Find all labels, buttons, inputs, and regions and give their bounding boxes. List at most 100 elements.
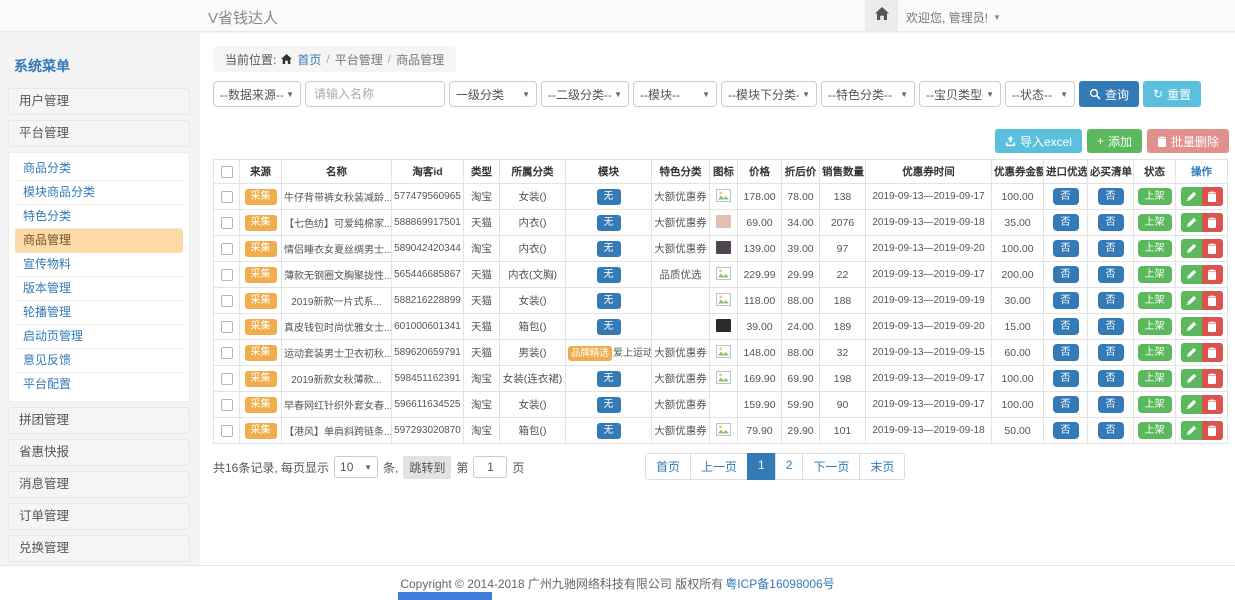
delete-button[interactable] — [1202, 213, 1223, 232]
edit-button[interactable] — [1181, 369, 1202, 388]
delete-button[interactable] — [1202, 421, 1223, 440]
batch-delete-button[interactable]: 批量删除 — [1147, 129, 1229, 153]
row-checkbox[interactable] — [221, 243, 233, 255]
status-button[interactable]: 上架 — [1138, 396, 1172, 413]
edit-button[interactable] — [1181, 213, 1202, 232]
delete-button[interactable] — [1202, 265, 1223, 284]
edit-button[interactable] — [1181, 343, 1202, 362]
must-buy-toggle-button[interactable]: 否 — [1098, 240, 1124, 257]
status-button[interactable]: 上架 — [1138, 318, 1172, 335]
search-button[interactable]: 查询 — [1079, 81, 1139, 107]
row-checkbox[interactable] — [221, 295, 233, 307]
sidebar-item-1[interactable]: 模块商品分类 — [15, 181, 183, 205]
row-checkbox[interactable] — [221, 217, 233, 229]
must-buy-toggle-button[interactable]: 否 — [1098, 266, 1124, 283]
edit-button[interactable] — [1181, 187, 1202, 206]
status-button[interactable]: 上架 — [1138, 214, 1172, 231]
status-button[interactable]: 上架 — [1138, 422, 1172, 439]
sidebar-item-2[interactable]: 特色分类 — [15, 205, 183, 229]
name-search-input[interactable] — [305, 81, 445, 107]
must-buy-toggle-button[interactable]: 否 — [1098, 396, 1124, 413]
add-button[interactable]: + 添加 — [1087, 129, 1142, 153]
filter-select-2[interactable]: 一级分类▼ — [449, 81, 537, 107]
must-buy-toggle-button[interactable]: 否 — [1098, 344, 1124, 361]
edit-button[interactable] — [1181, 291, 1202, 310]
status-button[interactable]: 上架 — [1138, 240, 1172, 257]
import-toggle-button[interactable]: 否 — [1053, 214, 1079, 231]
select-all-checkbox[interactable] — [221, 166, 233, 178]
import-toggle-button[interactable]: 否 — [1053, 370, 1079, 387]
reset-button[interactable]: ↻ 重置 — [1143, 81, 1201, 107]
sidebar-item-5[interactable]: 版本管理 — [15, 277, 183, 301]
delete-button[interactable] — [1202, 343, 1223, 362]
must-buy-toggle-button[interactable]: 否 — [1098, 370, 1124, 387]
sidebar-item-0[interactable]: 商品分类 — [15, 157, 183, 181]
sidebar-section-users[interactable]: 用户管理 — [8, 88, 190, 115]
status-button[interactable]: 上架 — [1138, 292, 1172, 309]
page-button-5[interactable]: 末页 — [859, 453, 905, 480]
sidebar-item-7[interactable]: 启动页管理 — [15, 325, 183, 349]
header-home-button[interactable] — [865, 0, 898, 31]
row-checkbox[interactable] — [221, 269, 233, 281]
sidebar-section-lower-1[interactable]: 省惠快报 — [8, 439, 190, 466]
edit-button[interactable] — [1181, 317, 1202, 336]
import-excel-button[interactable]: 导入excel — [995, 129, 1082, 153]
import-toggle-button[interactable]: 否 — [1053, 292, 1079, 309]
icp-link[interactable]: 粤ICP备16098006号 — [725, 575, 834, 592]
delete-button[interactable] — [1202, 291, 1223, 310]
sidebar-item-4[interactable]: 宣传物料 — [15, 253, 183, 277]
page-button-1[interactable]: 上一页 — [690, 453, 748, 480]
must-buy-toggle-button[interactable]: 否 — [1098, 422, 1124, 439]
edit-button[interactable] — [1181, 239, 1202, 258]
filter-select-7[interactable]: --宝贝类型--▼ — [919, 81, 1001, 107]
filter-select-6[interactable]: --特色分类--▼ — [821, 81, 915, 107]
row-checkbox[interactable] — [221, 425, 233, 437]
page-button-2[interactable]: 1 — [747, 453, 776, 480]
sidebar-section-platform[interactable]: 平台管理 — [8, 120, 190, 147]
filter-select-3[interactable]: --二级分类--▼ — [541, 81, 629, 107]
filter-select-4[interactable]: --模块--▼ — [633, 81, 717, 107]
status-button[interactable]: 上架 — [1138, 188, 1172, 205]
import-toggle-button[interactable]: 否 — [1053, 240, 1079, 257]
page-button-3[interactable]: 2 — [775, 453, 804, 480]
filter-select-8[interactable]: --状态--▼ — [1005, 81, 1075, 107]
page-button-4[interactable]: 下一页 — [802, 453, 860, 480]
edit-button[interactable] — [1181, 395, 1202, 414]
sidebar-item-9[interactable]: 平台配置 — [15, 373, 183, 397]
status-button[interactable]: 上架 — [1138, 266, 1172, 283]
delete-button[interactable] — [1202, 395, 1223, 414]
sidebar-section-lower-3[interactable]: 订单管理 — [8, 503, 190, 530]
filter-select-5[interactable]: --模块下分类--▼ — [721, 81, 817, 107]
delete-button[interactable] — [1202, 187, 1223, 206]
edit-button[interactable] — [1181, 265, 1202, 284]
import-toggle-button[interactable]: 否 — [1053, 422, 1079, 439]
sidebar-item-8[interactable]: 意见反馈 — [15, 349, 183, 373]
import-toggle-button[interactable]: 否 — [1053, 344, 1079, 361]
import-toggle-button[interactable]: 否 — [1053, 266, 1079, 283]
status-button[interactable]: 上架 — [1138, 344, 1172, 361]
must-buy-toggle-button[interactable]: 否 — [1098, 214, 1124, 231]
row-checkbox[interactable] — [221, 347, 233, 359]
row-checkbox[interactable] — [221, 373, 233, 385]
breadcrumb-home-link[interactable]: 首页 — [297, 51, 321, 68]
delete-button[interactable] — [1202, 369, 1223, 388]
row-checkbox[interactable] — [221, 399, 233, 411]
import-toggle-button[interactable]: 否 — [1053, 318, 1079, 335]
sidebar-section-lower-2[interactable]: 消息管理 — [8, 471, 190, 498]
status-button[interactable]: 上架 — [1138, 370, 1172, 387]
import-toggle-button[interactable]: 否 — [1053, 188, 1079, 205]
row-checkbox[interactable] — [221, 191, 233, 203]
edit-button[interactable] — [1181, 421, 1202, 440]
must-buy-toggle-button[interactable]: 否 — [1098, 292, 1124, 309]
delete-button[interactable] — [1202, 239, 1223, 258]
sidebar-section-lower-0[interactable]: 拼团管理 — [8, 407, 190, 434]
sidebar-item-6[interactable]: 轮播管理 — [15, 301, 183, 325]
page-number-input[interactable] — [473, 456, 507, 478]
jump-button[interactable]: 跳转到 — [403, 456, 451, 479]
page-button-0[interactable]: 首页 — [645, 453, 691, 480]
row-checkbox[interactable] — [221, 321, 233, 333]
sidebar-section-lower-4[interactable]: 兑换管理 — [8, 535, 190, 562]
must-buy-toggle-button[interactable]: 否 — [1098, 318, 1124, 335]
user-menu[interactable]: 欢迎您, 管理员! ▼ — [906, 9, 1001, 26]
filter-select-0[interactable]: --数据来源--▼ — [213, 81, 301, 107]
